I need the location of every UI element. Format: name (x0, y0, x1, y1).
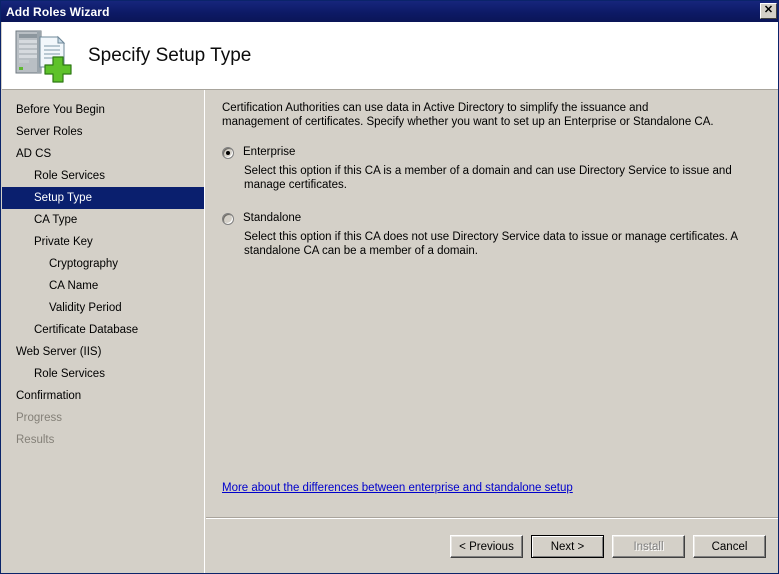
radio-standalone-label: Standalone (243, 212, 302, 224)
sidebar-item-label: Server Roles (16, 126, 83, 138)
sidebar-item-validity-period[interactable]: Validity Period (2, 297, 204, 319)
sidebar-item-label: Role Services (34, 170, 105, 182)
sidebar-item-ca-type[interactable]: CA Type (2, 209, 204, 231)
cancel-button[interactable]: Cancel (693, 535, 766, 558)
sidebar-item-setup-type[interactable]: Setup Type (2, 187, 204, 209)
close-button[interactable]: ✕ (760, 3, 777, 19)
next-button[interactable]: Next > (531, 535, 604, 558)
sidebar-item-confirmation[interactable]: Confirmation (2, 385, 204, 407)
sidebar-item-role-services-iis[interactable]: Role Services (2, 363, 204, 385)
sidebar-item-label: AD CS (16, 148, 52, 160)
wizard-button-bar: < Previous Next > Install Cancel (206, 527, 778, 573)
sidebar-item-label: Role Services (34, 368, 105, 380)
radio-row-standalone[interactable]: Standalone (222, 212, 742, 225)
server-certificate-add-icon (12, 27, 74, 85)
radio-row-enterprise[interactable]: Enterprise (222, 146, 742, 159)
sidebar-item-label: Confirmation (16, 390, 82, 402)
sidebar-item-private-key[interactable]: Private Key (2, 231, 204, 253)
close-icon: ✕ (763, 4, 774, 16)
sidebar-item-label: Results (16, 434, 55, 446)
setup-type-option-standalone[interactable]: Standalone Select this option if this CA… (222, 212, 742, 258)
sidebar-item-label: Cryptography (49, 258, 119, 270)
sidebar-item-label: Certificate Database (34, 324, 139, 336)
sidebar-item-label: Validity Period (49, 302, 122, 314)
wizard-steps-sidebar: Before You Begin Server Roles AD CS Role… (2, 90, 205, 573)
sidebar-item-label: Progress (16, 412, 63, 424)
footer-divider (206, 517, 778, 519)
more-info-link[interactable]: More about the differences between enter… (222, 482, 573, 494)
sidebar-item-web-server-iis[interactable]: Web Server (IIS) (2, 341, 204, 363)
radio-enterprise-label: Enterprise (243, 146, 296, 158)
radio-enterprise[interactable] (222, 147, 234, 159)
window-title: Add Roles Wizard (6, 4, 110, 19)
setup-type-option-enterprise[interactable]: Enterprise Select this option if this CA… (222, 146, 742, 192)
sidebar-item-label: Private Key (34, 236, 93, 248)
sidebar-item-label: Before You Begin (16, 104, 105, 116)
sidebar-item-label: Setup Type (34, 192, 92, 204)
window-titlebar: Add Roles Wizard ✕ (1, 1, 778, 22)
sidebar-item-certificate-database[interactable]: Certificate Database (2, 319, 204, 341)
wizard-content-pane: Certification Authorities can use data i… (206, 90, 778, 573)
intro-description: Certification Authorities can use data i… (222, 102, 714, 128)
sidebar-item-ad-cs[interactable]: AD CS (2, 143, 204, 165)
sidebar-item-cryptography[interactable]: Cryptography (2, 253, 204, 275)
add-roles-wizard-window: Add Roles Wizard ✕ Specify Setup Type Be… (0, 0, 779, 574)
sidebar-item-progress: Progress (2, 407, 204, 429)
page-title: Specify Setup Type (88, 44, 252, 66)
radio-enterprise-description: Select this option if this CA is a membe… (244, 165, 732, 191)
install-button: Install (612, 535, 685, 558)
sidebar-item-ca-name[interactable]: CA Name (2, 275, 204, 297)
sidebar-item-label: CA Type (34, 214, 78, 226)
sidebar-item-label: Web Server (IIS) (16, 346, 102, 358)
wizard-body: Before You Begin Server Roles AD CS Role… (2, 90, 778, 573)
sidebar-item-results: Results (2, 429, 204, 451)
radio-standalone[interactable] (222, 213, 234, 225)
wizard-header: Specify Setup Type (2, 22, 778, 90)
sidebar-item-before-you-begin[interactable]: Before You Begin (2, 99, 204, 121)
sidebar-item-server-roles[interactable]: Server Roles (2, 121, 204, 143)
sidebar-item-label: CA Name (49, 280, 99, 292)
previous-button[interactable]: < Previous (450, 535, 523, 558)
radio-standalone-description: Select this option if this CA does not u… (244, 231, 738, 257)
sidebar-item-role-services-adcs[interactable]: Role Services (2, 165, 204, 187)
